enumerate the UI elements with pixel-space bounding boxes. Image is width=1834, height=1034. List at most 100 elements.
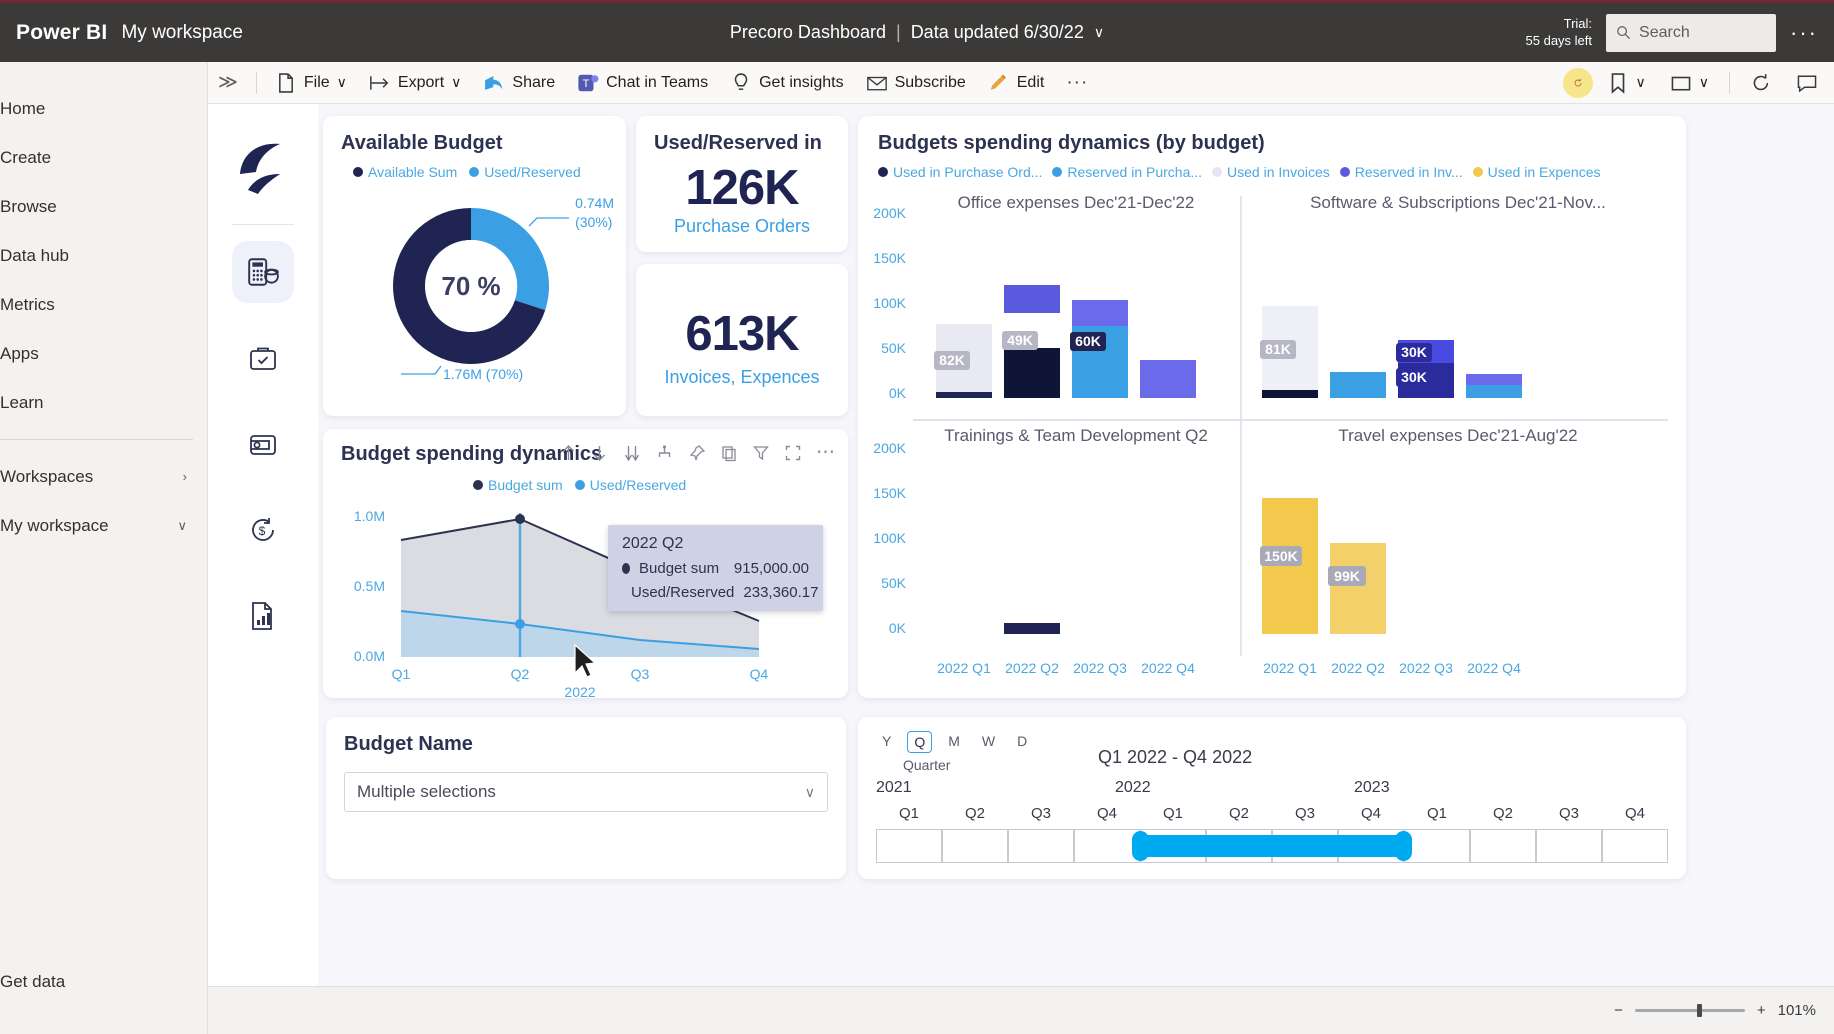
data-updated-label[interactable]: Data updated 6/30/22 <box>911 22 1084 43</box>
expand-nav-button[interactable]: ≫ <box>208 66 248 100</box>
bar[interactable] <box>1004 285 1060 313</box>
timeline-selection-range[interactable] <box>1140 835 1404 857</box>
filter-icon[interactable] <box>752 444 770 462</box>
expand-hierarchy-icon[interactable] <box>622 444 641 462</box>
requisitions-icon-button[interactable] <box>232 327 294 389</box>
export-menu-button[interactable]: Export ∨ <box>359 66 472 100</box>
timeline-track[interactable] <box>876 829 1668 865</box>
kpi-card-invoices-expences: 613K Invoices, Expences <box>636 264 848 416</box>
chat-in-teams-button[interactable]: T Chat in Teams <box>567 66 718 100</box>
timeline-cell[interactable] <box>942 829 1008 863</box>
sidebar-item-metrics[interactable]: Metrics <box>0 280 207 329</box>
sidebar-item-browse[interactable]: Browse <box>0 182 207 231</box>
bar[interactable] <box>1330 543 1386 634</box>
sidebar-item-create[interactable]: Create <box>0 133 207 182</box>
bar[interactable] <box>1466 385 1522 398</box>
granularity-month[interactable]: M <box>942 731 966 751</box>
more-options-icon[interactable]: ⋯ <box>816 441 836 464</box>
panel-travel-expenses[interactable]: 150K 99K <box>1260 498 1386 634</box>
refresh-button[interactable] <box>1740 66 1782 100</box>
timeline-cell[interactable] <box>1074 829 1140 863</box>
budget-name-dropdown[interactable]: Multiple selections ∨ <box>344 772 828 812</box>
timeline-cell[interactable] <box>1404 829 1470 863</box>
legend-item-used-in-invoices[interactable]: Used in Invoices <box>1212 164 1330 180</box>
bar[interactable] <box>1466 374 1522 385</box>
sidebar-item-get-data[interactable]: Get data <box>0 957 65 1006</box>
panel-office-expenses[interactable]: 82K 49K 60K <box>934 285 1196 398</box>
timeline-quarter-label: Q4 <box>1624 805 1645 822</box>
wallet-icon <box>250 435 276 455</box>
panel-trainings[interactable] <box>1004 623 1060 634</box>
timeline-handle-end[interactable] <box>1395 831 1412 861</box>
sidebar-item-home[interactable]: Home <box>0 84 207 133</box>
pin-icon[interactable] <box>688 444 706 462</box>
budgets-icon-button[interactable] <box>232 241 294 303</box>
granularity-week[interactable]: W <box>976 731 1001 751</box>
top-bar-more-button[interactable]: ··· <box>1790 20 1818 46</box>
toolbar-more-button[interactable]: ··· <box>1056 66 1098 100</box>
share-button[interactable]: Share <box>473 66 565 100</box>
small-multiples-bar-charts[interactable]: 200K 150K 100K 50K 0K 200K 150K 100K 50K… <box>858 188 1686 694</box>
x-tick-label: 2022 Q3 <box>1073 660 1127 676</box>
sidebar-item-my-workspace[interactable]: My workspace ∨ <box>0 501 207 550</box>
view-button[interactable]: ∨ <box>1660 66 1719 100</box>
powerbi-brand[interactable]: Power BI <box>16 21 107 45</box>
x-tick-label: Q3 <box>631 666 650 682</box>
sidebar-item-label: Data hub <box>0 245 69 265</box>
sidebar-item-learn[interactable]: Learn <box>0 378 207 427</box>
workspace-breadcrumb[interactable]: My workspace <box>121 22 242 44</box>
get-insights-button[interactable]: Get insights <box>720 66 853 100</box>
timeline-handle-start[interactable] <box>1132 831 1149 861</box>
panel-software-subscriptions[interactable]: 81K 30K 30K <box>1260 306 1522 398</box>
legend-item-budget-sum[interactable]: Budget sum <box>473 477 563 493</box>
drill-down-icon[interactable] <box>591 444 608 462</box>
granularity-day[interactable]: D <box>1011 731 1033 751</box>
invoices-icon-button[interactable]: $ <box>232 499 294 561</box>
data-point-marker[interactable] <box>515 514 525 524</box>
legend-item-used-reserved[interactable]: Used/Reserved <box>574 477 686 493</box>
reports-icon-button[interactable] <box>232 585 294 647</box>
bar[interactable] <box>1330 372 1386 398</box>
kpi-value: 613K <box>685 307 799 361</box>
orders-icon-button[interactable] <box>232 413 294 475</box>
budget-name-title: Budget Name <box>344 733 473 755</box>
file-menu-button[interactable]: File ∨ <box>265 66 357 100</box>
legend-item-used-in-purchase-orders[interactable]: Used in Purchase Ord... <box>878 164 1042 180</box>
search-input[interactable]: Search <box>1606 13 1777 52</box>
edit-button[interactable]: Edit <box>978 66 1055 100</box>
timeline-cell[interactable] <box>1602 829 1668 863</box>
sidebar-item-data-hub[interactable]: Data hub <box>0 231 207 280</box>
drill-mode-icon[interactable] <box>655 444 674 462</box>
bar[interactable] <box>1004 348 1060 398</box>
bar[interactable] <box>1004 623 1060 634</box>
sidebar-item-apps[interactable]: Apps <box>0 329 207 378</box>
granularity-year[interactable]: Y <box>876 731 897 751</box>
legend-item-reserved-in-purchase[interactable]: Reserved in Purcha... <box>1052 164 1202 180</box>
drill-up-icon[interactable] <box>560 444 577 462</box>
bookmark-button[interactable]: ∨ <box>1597 66 1656 100</box>
data-point-marker[interactable] <box>515 619 525 629</box>
timeline-cell[interactable] <box>876 829 942 863</box>
bar[interactable] <box>1072 300 1128 326</box>
copy-icon[interactable] <box>720 444 738 462</box>
zoom-out-button[interactable]: − <box>1614 1002 1623 1019</box>
focus-icon[interactable] <box>784 444 802 462</box>
legend-item-reserved-in-invoices[interactable]: Reserved in Inv... <box>1339 164 1463 180</box>
timeline-cell[interactable] <box>1008 829 1074 863</box>
bar[interactable] <box>1140 360 1196 398</box>
reset-button[interactable] <box>1562 67 1593 98</box>
sidebar-item-workspaces[interactable]: Workspaces › <box>0 452 207 501</box>
granularity-quarter[interactable]: Q <box>907 731 933 753</box>
zoom-slider[interactable] <box>1634 1004 1745 1017</box>
subscribe-button[interactable]: Subscribe <box>856 66 976 100</box>
bar[interactable] <box>1262 390 1318 398</box>
zoom-slider-thumb[interactable] <box>1696 1004 1702 1017</box>
dollar-circle-icon: $ <box>252 518 274 541</box>
comment-button[interactable] <box>1786 66 1828 100</box>
zoom-in-button[interactable]: + <box>1757 1002 1766 1019</box>
timeline-cell[interactable] <box>1536 829 1602 863</box>
chevron-down-icon[interactable]: ∨ <box>1094 24 1104 41</box>
bar[interactable] <box>936 392 992 398</box>
legend-item-used-in-expences[interactable]: Used in Expences <box>1472 164 1601 180</box>
timeline-cell[interactable] <box>1470 829 1536 863</box>
